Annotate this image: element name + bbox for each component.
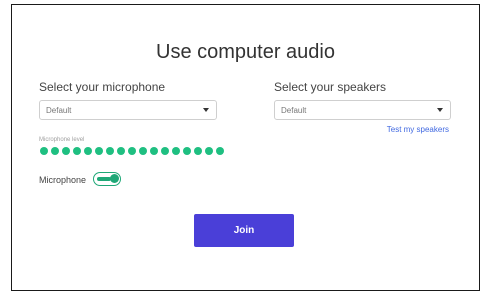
chevron-down-icon bbox=[203, 108, 209, 112]
level-dot bbox=[40, 147, 48, 155]
test-speakers-link[interactable]: Test my speakers bbox=[387, 125, 449, 134]
toggle-knob bbox=[110, 174, 119, 183]
speakers-select[interactable]: Default bbox=[274, 100, 451, 120]
speakers-select-value: Default bbox=[281, 105, 307, 115]
audio-dialog: Use computer audio Select your microphon… bbox=[11, 4, 480, 291]
microphone-level-meter bbox=[40, 147, 224, 155]
level-dot bbox=[62, 147, 70, 155]
level-dot bbox=[95, 147, 103, 155]
microphone-select-value: Default bbox=[46, 105, 72, 115]
toggle-track bbox=[97, 176, 111, 181]
microphone-level-label: Microphone level bbox=[39, 137, 85, 143]
level-dot bbox=[172, 147, 180, 155]
level-dot bbox=[117, 147, 125, 155]
level-dot bbox=[128, 147, 136, 155]
microphone-label: Select your microphone bbox=[39, 80, 166, 94]
level-dot bbox=[106, 147, 114, 155]
chevron-down-icon bbox=[437, 108, 443, 112]
level-dot bbox=[194, 147, 202, 155]
speakers-label: Select your speakers bbox=[274, 80, 387, 94]
level-dot bbox=[161, 147, 169, 155]
join-button[interactable]: Join bbox=[194, 214, 294, 247]
level-dot bbox=[139, 147, 147, 155]
level-dot bbox=[183, 147, 191, 155]
microphone-toggle-label: Microphone bbox=[39, 175, 87, 185]
level-dot bbox=[73, 147, 81, 155]
level-dot bbox=[51, 147, 59, 155]
level-dot bbox=[216, 147, 224, 155]
microphone-select[interactable]: Default bbox=[39, 100, 217, 120]
level-dot bbox=[205, 147, 213, 155]
level-dot bbox=[150, 147, 158, 155]
microphone-toggle[interactable] bbox=[93, 172, 121, 186]
level-dot bbox=[84, 147, 92, 155]
dialog-title: Use computer audio bbox=[156, 41, 335, 63]
